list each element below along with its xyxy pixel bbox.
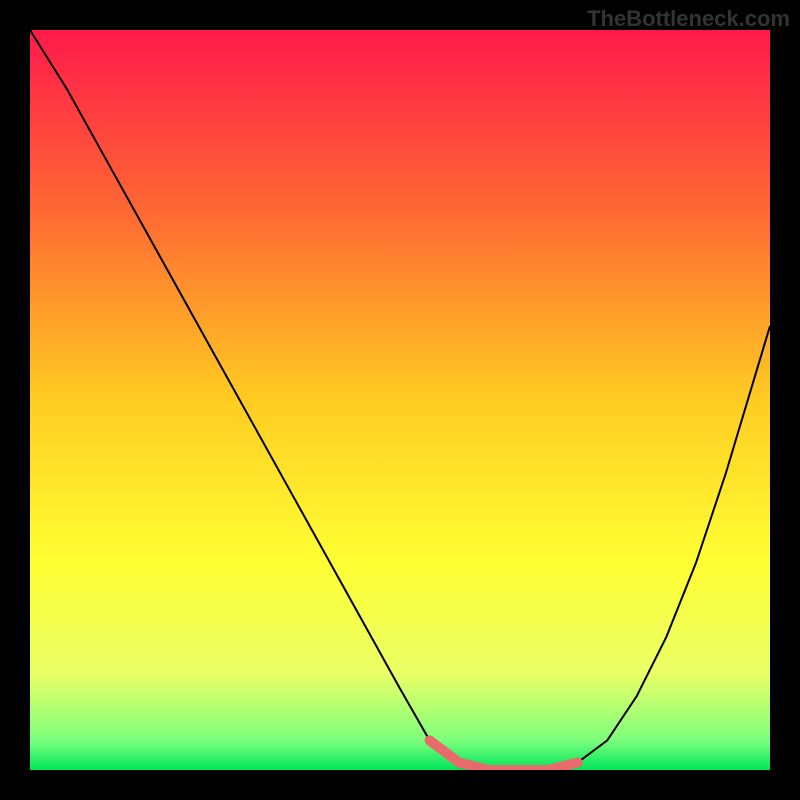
plot-lines [30, 30, 770, 770]
highlight-line [430, 740, 578, 770]
curve-line [30, 30, 770, 770]
watermark-text: TheBottleneck.com [587, 6, 790, 32]
plot-area [30, 30, 770, 770]
